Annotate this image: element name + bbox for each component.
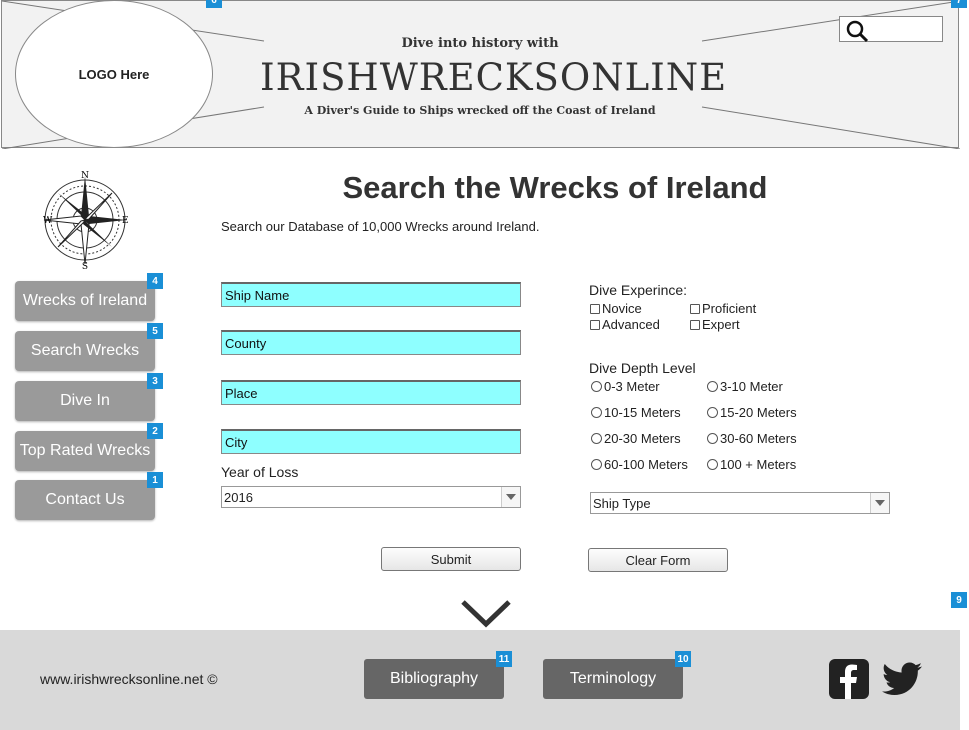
experience-option-advanced[interactable]: Advanced — [590, 317, 660, 332]
compass-rose-icon: N S W E — [43, 171, 129, 270]
terminology-button[interactable]: Terminology — [543, 659, 683, 699]
chevron-down-icon[interactable] — [501, 487, 520, 507]
nav-search-wrecks[interactable]: Search Wrecks — [15, 331, 155, 371]
page-intro: Search our Database of 10,000 Wrecks aro… — [221, 219, 540, 234]
depth-option[interactable]: 60-100 Meters — [591, 457, 688, 472]
annotation-marker: 11 — [496, 651, 512, 667]
header-subtitle: A Diver's Guide to Ships wrecked off the… — [304, 104, 656, 117]
nav-wrecks-of-ireland[interactable]: Wrecks of Ireland — [15, 281, 155, 321]
ship-type-select[interactable]: Ship Type — [590, 492, 890, 514]
twitter-icon[interactable] — [882, 662, 922, 696]
svg-text:N: N — [81, 171, 89, 181]
nav-top-rated-wrecks[interactable]: Top Rated Wrecks — [15, 431, 155, 471]
experience-option-proficient[interactable]: Proficient — [690, 301, 756, 316]
county-field[interactable]: County — [221, 330, 521, 355]
city-field[interactable]: City — [221, 429, 521, 454]
dive-depth-label: Dive Depth Level — [589, 360, 696, 376]
radio[interactable] — [591, 381, 602, 392]
nav-contact-us[interactable]: Contact Us — [15, 480, 155, 520]
ship-type-value: Ship Type — [593, 496, 651, 511]
facebook-icon[interactable] — [829, 659, 869, 699]
annotation-marker: 10 — [675, 651, 691, 667]
search-icon[interactable] — [846, 19, 870, 43]
site-title[interactable]: IRISHWRECKSONLINE — [260, 56, 726, 99]
ship-name-field[interactable]: Ship Name — [221, 282, 521, 307]
annotation-marker: 6 — [206, 0, 222, 8]
checkbox[interactable] — [690, 303, 700, 314]
submit-button[interactable]: Submit — [381, 547, 521, 571]
year-of-loss-select[interactable]: 2016 — [221, 486, 521, 508]
annotation-marker: 2 — [147, 423, 163, 439]
radio[interactable] — [591, 459, 602, 470]
svg-text:E: E — [122, 216, 129, 226]
clear-form-button[interactable]: Clear Form — [588, 548, 728, 572]
year-of-loss-label: Year of Loss — [221, 464, 299, 480]
radio[interactable] — [591, 433, 602, 444]
annotation-marker: 7 — [951, 0, 967, 8]
site-logo[interactable]: LOGO Here — [15, 0, 213, 148]
radio[interactable] — [707, 407, 718, 418]
radio[interactable] — [707, 459, 718, 470]
bibliography-button[interactable]: Bibliography — [364, 659, 504, 699]
svg-text:S: S — [82, 262, 88, 270]
checkbox[interactable] — [590, 303, 600, 314]
header-tagline: Dive into history with — [401, 36, 559, 51]
annotation-marker: 4 — [147, 273, 163, 289]
annotation-marker: 5 — [147, 323, 163, 339]
annotation-marker: 9 — [951, 592, 967, 608]
experience-option-expert[interactable]: Expert — [690, 317, 740, 332]
page-title: Search the Wrecks of Ireland — [342, 170, 768, 205]
depth-option[interactable]: 20-30 Meters — [591, 431, 681, 446]
checkbox[interactable] — [590, 319, 600, 330]
depth-option[interactable]: 30-60 Meters — [707, 431, 797, 446]
year-of-loss-value: 2016 — [224, 490, 253, 505]
annotation-marker: 3 — [147, 373, 163, 389]
radio[interactable] — [707, 381, 718, 392]
checkbox[interactable] — [690, 319, 700, 330]
chevron-down-icon[interactable] — [870, 493, 889, 513]
place-field[interactable]: Place — [221, 380, 521, 405]
search-input[interactable] — [839, 16, 943, 43]
depth-option[interactable]: 10-15 Meters — [591, 405, 681, 420]
radio[interactable] — [591, 407, 602, 418]
experience-option-novice[interactable]: Novice — [590, 301, 642, 316]
dive-experience-label: Dive Experince: — [589, 282, 688, 298]
depth-option[interactable]: 15-20 Meters — [707, 405, 797, 420]
depth-option[interactable]: 0-3 Meter — [591, 379, 660, 394]
footer-copyright: www.irishwrecksonline.net © — [40, 671, 218, 687]
radio[interactable] — [707, 433, 718, 444]
depth-option[interactable]: 100 + Meters — [707, 457, 796, 472]
annotation-marker: 1 — [147, 472, 163, 488]
svg-text:W: W — [43, 216, 53, 226]
nav-dive-in[interactable]: Dive In — [15, 381, 155, 421]
depth-option[interactable]: 3-10 Meter — [707, 379, 783, 394]
scroll-down-chevron-icon[interactable] — [460, 598, 512, 630]
